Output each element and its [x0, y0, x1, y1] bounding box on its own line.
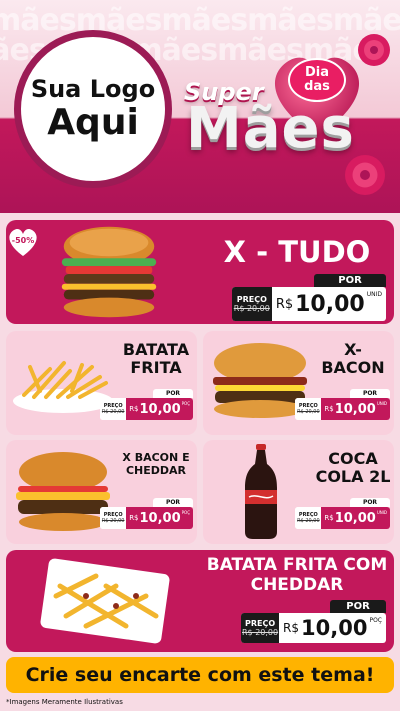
title-maes: Mães [186, 96, 355, 161]
product-name: X BACON E CHEDDAR [122, 451, 190, 477]
price-unit: UNID [376, 401, 387, 406]
por-label: POR [314, 274, 386, 287]
old-price-value: R$ 20,00 [233, 304, 270, 313]
price-value: 10,00 [139, 401, 181, 417]
logo-text-line2: Aqui [47, 102, 139, 143]
soda-bottle-image [245, 444, 277, 539]
burger-image [61, 226, 157, 318]
cta-banner[interactable]: Crie seu encarte com este tema! [6, 657, 394, 693]
por-label: POR [350, 498, 390, 507]
price-value: 10,00 [334, 510, 376, 526]
old-price-value: R$ 20,00 [297, 518, 320, 524]
product-name: X - TUDO [223, 235, 371, 269]
currency-symbol: R$ [275, 296, 294, 312]
old-price-value: R$ 20,00 [297, 409, 320, 415]
old-price-value: R$ 20,00 [101, 518, 125, 524]
price-unit: POÇ [181, 401, 190, 406]
price-unit: UNID [366, 291, 382, 298]
logo-text-line1: Sua Logo [30, 75, 156, 103]
header-banner: mãesmãesmãesmãesmães mãesmãesmãesmãesmãe… [0, 0, 400, 213]
product-name: X- BACON [321, 340, 385, 378]
currency-symbol: R$ [283, 621, 300, 635]
cheddar-fries-image [40, 558, 170, 644]
price-value: 10,00 [334, 401, 376, 417]
product-card-x-bacon-cheddar: X BACON E CHEDDAR POR PREÇO R$ 20,00 R$ 1… [6, 440, 197, 544]
discount-text: -50% [12, 236, 34, 245]
price-tag: POR PREÇO R$ 20,00 R$ 10,00 UNID [295, 389, 390, 420]
price-tag: POR PREÇO R$ 20,00 R$ 10,00 POÇ [241, 600, 386, 643]
currency-symbol: R$ [324, 405, 334, 413]
product-card-coca-cola: COCA COLA 2L POR PREÇO R$ 20,00 R$ 10,00 … [203, 440, 394, 544]
product-name: BATATA FRITA COM CHEDDAR [206, 555, 388, 595]
product-name: BATATA FRITA [122, 340, 190, 378]
price-unit: POÇ [369, 617, 382, 624]
por-label: POR [350, 389, 390, 398]
logo-placeholder: Sua Logo Aqui [14, 30, 172, 188]
discount-heart-badge: -50% [9, 228, 37, 256]
old-price-value: R$ 20,00 [242, 628, 279, 637]
old-price-value: R$ 20,00 [101, 409, 125, 415]
currency-symbol: R$ [324, 514, 334, 522]
currency-symbol: R$ [129, 405, 139, 413]
por-label: POR [330, 600, 386, 613]
price-value: 10,00 [301, 616, 368, 640]
price-tag: POR PREÇO R$ 20,00 R$ 10,00 UNID [295, 498, 390, 529]
currency-symbol: R$ [129, 514, 139, 522]
por-label: POR [153, 498, 193, 507]
price-tag: POR PREÇO R$ 20,00 R$ 10,00 POÇ [100, 498, 193, 529]
price-value: 10,00 [139, 510, 181, 526]
product-name: COCA COLA 2L [315, 449, 391, 487]
price-tag: POR PREÇO R$ 20,00 R$ 10,00 POÇ [100, 389, 193, 420]
price-unit: POÇ [181, 510, 190, 515]
rose-icon [358, 34, 390, 66]
por-label: POR [153, 389, 193, 398]
footnote: *Imagens Meramente Ilustrativas [6, 698, 123, 706]
price-value: 10,00 [295, 291, 365, 317]
price-unit: UNID [376, 510, 387, 515]
product-card-x-bacon: X- BACON POR PREÇO R$ 20,00 R$ 10,00 UNID [203, 331, 394, 435]
product-card-batata-cheddar: BATATA FRITA COM CHEDDAR POR PREÇO R$ 20,… [6, 550, 394, 652]
price-tag: POR PREÇO R$ 20,00 R$ 10,00 UNID [231, 274, 386, 321]
old-price-label: PREÇO [244, 619, 276, 628]
old-price-label: PREÇO [236, 295, 267, 304]
product-card-x-tudo: X - TUDO POR PREÇO R$ 20,00 R$ 10,00 UNI… [6, 220, 394, 324]
product-card-batata-frita: BATATA FRITA POR PREÇO R$ 20,00 R$ 10,00 … [6, 331, 197, 435]
